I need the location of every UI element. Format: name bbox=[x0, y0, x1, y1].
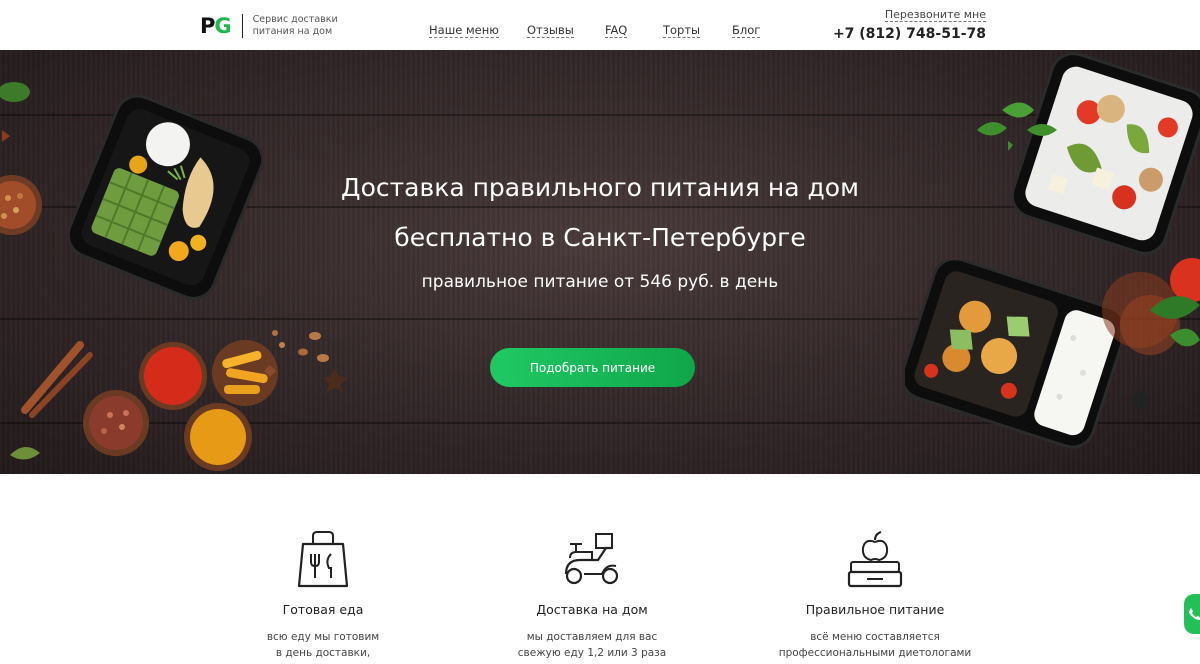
feature-text-line: всё меню составляется bbox=[810, 631, 940, 643]
herb-leaves-image bbox=[977, 102, 1057, 136]
feature-text-line: в день доставки, bbox=[275, 647, 371, 659]
logo-tagline: Сервис доставки питания на дом bbox=[252, 14, 338, 37]
delivery-scooter-icon bbox=[564, 533, 619, 585]
feature-text-line: мы доставляем для вас bbox=[526, 631, 658, 643]
nav-item-menu[interactable]: Наше меню bbox=[429, 24, 499, 38]
feature-text-line: всю еду мы готовим bbox=[266, 631, 380, 643]
waffle-lunchbox-image bbox=[68, 94, 263, 300]
nav-item-cakes[interactable]: Торты bbox=[663, 24, 701, 38]
nav-item-blog[interactable]: Блог bbox=[732, 24, 761, 38]
logo-mark: PG bbox=[200, 14, 232, 38]
feature-text-line: свежую еду 1,2 или 3 раза bbox=[517, 647, 667, 659]
callback-link[interactable]: Перезвоните мне bbox=[884, 8, 986, 22]
feature-text-line: профессиональными диетологами bbox=[778, 647, 972, 659]
floating-call-button[interactable] bbox=[1184, 594, 1200, 634]
nav-item-reviews[interactable]: Отзывы bbox=[527, 24, 574, 38]
shopping-bag-utensils-icon bbox=[297, 531, 349, 588]
site-header: PG Сервис доставки питания на дом Наше м… bbox=[0, 0, 1200, 50]
spice-bowls-image bbox=[10, 330, 285, 471]
apple-lunchbox-icon bbox=[847, 531, 903, 588]
feature-text: всё меню составляется профессиональными … bbox=[745, 629, 1005, 661]
spices-left-edge-image bbox=[0, 82, 42, 235]
salad-lunchbox-image bbox=[1008, 52, 1200, 255]
feature-title: Правильное питание bbox=[805, 602, 945, 617]
hero-title-line-1: Доставка правильного питания на дом bbox=[341, 173, 859, 202]
logo[interactable]: PG Сервис доставки питания на дом bbox=[200, 14, 343, 38]
phone-icon bbox=[1189, 608, 1200, 620]
phone-number[interactable]: +7 (812) 748-51-78 bbox=[833, 26, 986, 42]
hero-section: Доставка правильного питания на дом бесп… bbox=[0, 50, 1200, 474]
feature-text: всю еду мы готовим в день доставки, bbox=[193, 629, 453, 661]
feature-home-delivery: Доставка на дом мы доставляем для вас св… bbox=[462, 530, 722, 661]
feature-title: Готовая еда bbox=[282, 602, 364, 617]
hero-title-line-2: бесплатно в Санкт-Петербурге bbox=[394, 223, 806, 252]
hero-subtitle: правильное питание от 546 руб. в день bbox=[421, 272, 779, 292]
nav-item-faq[interactable]: FAQ bbox=[605, 24, 628, 38]
tomato-basil-image bbox=[1102, 258, 1200, 409]
feature-title: Доставка на дом bbox=[536, 602, 648, 617]
logo-divider bbox=[241, 14, 243, 38]
feature-text: мы доставляем для вас свежую еду 1,2 или… bbox=[462, 629, 722, 661]
nuts-image bbox=[298, 332, 347, 392]
feature-healthy-food: Правильное питание всё меню составляется… bbox=[745, 530, 1005, 661]
feature-ready-food: Готовая еда всю еду мы готовим в день до… bbox=[193, 530, 453, 661]
features-section: Готовая еда всю еду мы готовим в день до… bbox=[0, 474, 1200, 664]
choose-plan-button[interactable]: Подобрать питание bbox=[490, 348, 695, 387]
